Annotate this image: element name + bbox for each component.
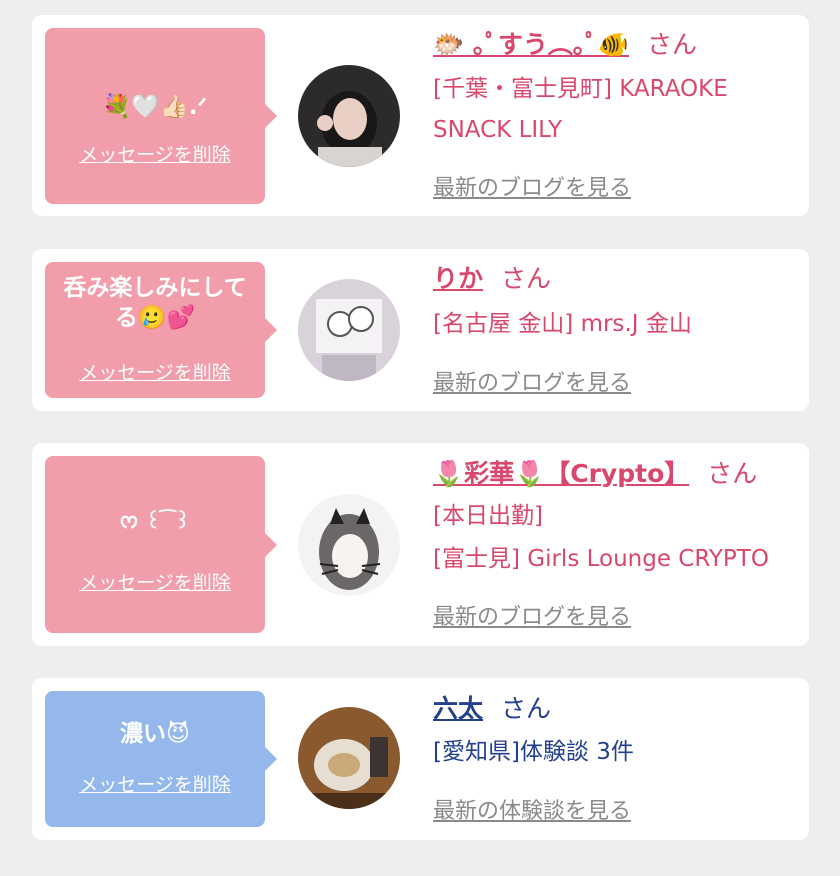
- message-bubble: 呑み楽しみにしてる🥲💕 メッセージを削除: [45, 262, 265, 398]
- delete-message-link[interactable]: メッセージを削除: [45, 770, 265, 797]
- message-bubble: 濃い😈 メッセージを削除: [45, 691, 265, 827]
- honorific-label: さん: [707, 459, 758, 488]
- honorific-label: さん: [646, 30, 697, 59]
- shop-line-2: SNACK LILY: [433, 117, 562, 143]
- shop-line-1: [千葉・富士見町] KARAOKE: [433, 76, 728, 102]
- message-bubble: ᰔ ꒰ ͡ ꒱ メッセージを削除: [45, 456, 265, 633]
- member-name-link[interactable]: 🐡 ｡ﾟすう︵｡ﾟ🐠: [433, 30, 629, 59]
- message-bubble: 💐🤍👍🏻.ᐟ メッセージを削除: [45, 28, 265, 204]
- message-card: 濃い😈 メッセージを削除 六太 さん [愛知県]体験談 3件 最新の体験談を見る: [32, 678, 809, 840]
- avatar[interactable]: [298, 65, 400, 167]
- message-card: ᰔ ꒰ ͡ ꒱ メッセージを削除 🌷彩華🌷【Crypto】 さん [本日出勤] […: [32, 443, 809, 646]
- delete-message-link[interactable]: メッセージを削除: [45, 358, 265, 385]
- avatar[interactable]: [298, 494, 400, 596]
- name-row: りか さん: [433, 263, 551, 295]
- shop-line-1: [本日出勤]: [433, 503, 543, 529]
- message-text: 呑み楽しみにしてる🥲💕: [63, 275, 247, 331]
- shop-line-1: [名古屋 金山] mrs.J 金山: [433, 311, 692, 337]
- member-name-link[interactable]: 六太: [433, 694, 483, 723]
- member-info: 🐡 ｡ﾟすう︵｡ﾟ🐠 さん [千葉・富士見町] KARAOKE SNACK LIL…: [433, 15, 795, 216]
- avatar[interactable]: [298, 279, 400, 381]
- name-row: 🌷彩華🌷【Crypto】 さん: [433, 458, 757, 490]
- member-info: 🌷彩華🌷【Crypto】 さん [本日出勤] [富士見] Girls Lounge…: [433, 443, 795, 646]
- name-row: 六太 さん: [433, 693, 551, 725]
- shop-line-1: [愛知県]体験談 3件: [433, 739, 634, 765]
- latest-review-link[interactable]: 最新の体験談を見る: [433, 793, 631, 825]
- member-info: りか さん [名古屋 金山] mrs.J 金山 最新のブログを見る: [433, 249, 795, 411]
- name-row: 🐡 ｡ﾟすう︵｡ﾟ🐠 さん: [433, 29, 697, 61]
- member-info: 六太 さん [愛知県]体験談 3件 最新の体験談を見る: [433, 678, 795, 840]
- message-card: 呑み楽しみにしてる🥲💕 メッセージを削除 りか さん [名古屋 金山] mrs.J…: [32, 249, 809, 411]
- message-text: ᰔ ꒰ ͡ ꒱: [119, 509, 191, 533]
- delete-message-link[interactable]: メッセージを削除: [45, 140, 265, 167]
- delete-message-link[interactable]: メッセージを削除: [45, 568, 265, 595]
- message-card: 💐🤍👍🏻.ᐟ メッセージを削除 🐡 ｡ﾟすう︵｡ﾟ🐠 さん [千葉・富士見町] K…: [32, 15, 809, 216]
- latest-blog-link[interactable]: 最新のブログを見る: [433, 365, 631, 397]
- latest-blog-link[interactable]: 最新のブログを見る: [433, 599, 631, 631]
- latest-blog-link[interactable]: 最新のブログを見る: [433, 170, 631, 202]
- member-name-link[interactable]: 🌷彩華🌷【Crypto】: [433, 459, 689, 488]
- member-name-link[interactable]: りか: [433, 264, 483, 293]
- message-text: 濃い😈: [120, 721, 190, 747]
- message-text: 💐🤍👍🏻.ᐟ: [102, 94, 208, 120]
- honorific-label: さん: [501, 694, 552, 723]
- shop-line-2: [富士見] Girls Lounge CRYPTO: [433, 546, 769, 572]
- avatar[interactable]: [298, 707, 400, 809]
- honorific-label: さん: [501, 264, 552, 293]
